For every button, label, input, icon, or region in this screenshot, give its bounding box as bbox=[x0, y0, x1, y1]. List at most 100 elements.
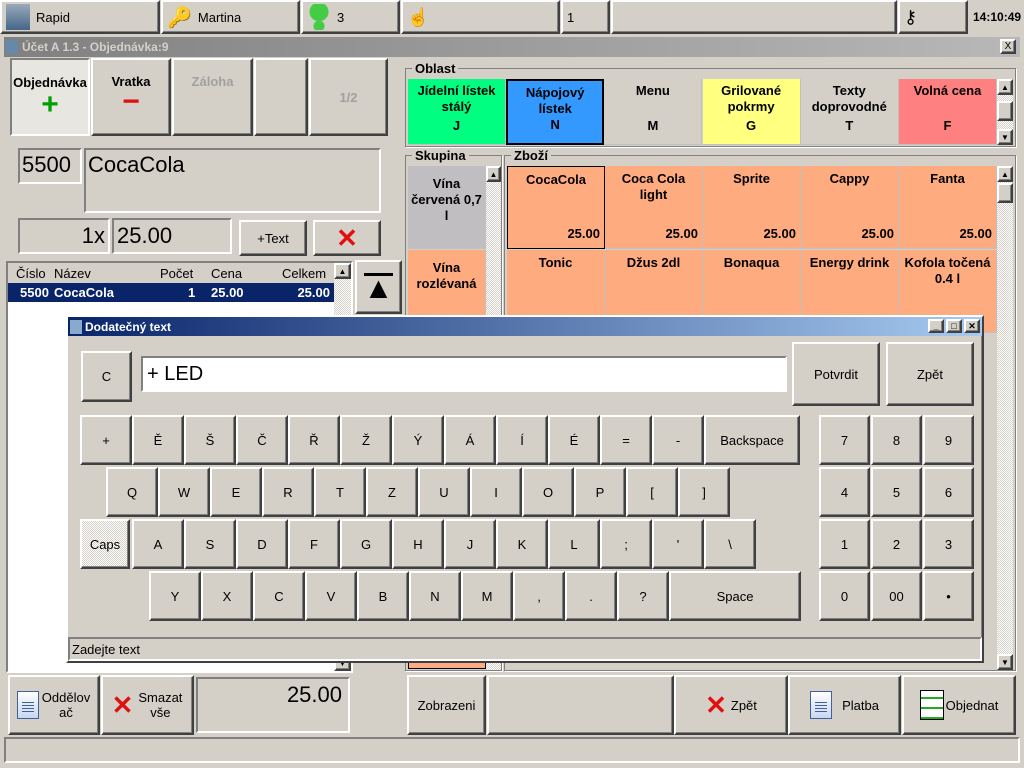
display-button[interactable]: Zobrazeni bbox=[407, 675, 486, 735]
scroll-up-icon[interactable]: ▲ bbox=[486, 166, 501, 182]
move-top-button[interactable]: ▲ bbox=[355, 260, 402, 314]
area-scrollbar[interactable]: ▲ ▼ bbox=[997, 79, 1013, 145]
key-char[interactable]: É bbox=[548, 415, 600, 465]
area-tile[interactable]: Nápojový lístek N bbox=[506, 79, 605, 145]
order-mode-button[interactable]: Objednávka + bbox=[10, 58, 90, 136]
key-char[interactable]: Í bbox=[496, 415, 548, 465]
key-char[interactable]: , bbox=[513, 571, 565, 621]
scroll-down-icon[interactable]: ▼ bbox=[997, 654, 1013, 670]
key-char[interactable]: ? bbox=[617, 571, 669, 621]
key-char[interactable]: F bbox=[288, 519, 340, 569]
maximize-button[interactable]: □ bbox=[946, 319, 962, 333]
text-input[interactable] bbox=[141, 356, 787, 392]
key-char[interactable]: + bbox=[80, 415, 132, 465]
dialog-back-button[interactable]: Zpět bbox=[886, 342, 974, 406]
key-char[interactable]: Č bbox=[236, 415, 288, 465]
key-char[interactable]: . bbox=[565, 571, 617, 621]
taskbar-app[interactable]: Rapid bbox=[0, 0, 160, 34]
close-button[interactable]: ✕ bbox=[964, 319, 980, 333]
close-button[interactable]: X bbox=[1000, 39, 1016, 54]
key-char[interactable]: Š bbox=[184, 415, 236, 465]
key-char[interactable]: A bbox=[132, 519, 184, 569]
key-char[interactable]: C bbox=[253, 571, 305, 621]
key-char[interactable]: I bbox=[470, 467, 522, 517]
goods-tile[interactable]: Coca Cola light 25.00 bbox=[605, 166, 703, 249]
key-char[interactable]: X bbox=[201, 571, 253, 621]
key-char[interactable]: ' bbox=[652, 519, 704, 569]
key-char[interactable]: B bbox=[357, 571, 409, 621]
area-tile[interactable]: Texty doprovodné T bbox=[800, 79, 899, 145]
order-row[interactable]: 5500 CocaCola 1 25.00 25.00 bbox=[8, 283, 334, 302]
key-char[interactable]: Ř bbox=[288, 415, 340, 465]
area-tile[interactable]: Volná cena F bbox=[899, 79, 997, 145]
numpad-key[interactable]: 7 bbox=[819, 415, 870, 465]
area-tile[interactable]: Menu M bbox=[604, 79, 703, 145]
numpad-key[interactable]: • bbox=[923, 571, 974, 621]
key-char[interactable]: M bbox=[461, 571, 513, 621]
taskbar-tables[interactable]: 3 bbox=[301, 0, 400, 34]
goods-tile[interactable]: CocaCola 25.00 bbox=[507, 166, 605, 249]
key-char[interactable]: E bbox=[210, 467, 262, 517]
key-char[interactable]: V bbox=[305, 571, 357, 621]
numpad-key[interactable]: 8 bbox=[871, 415, 922, 465]
scroll-down-icon[interactable]: ▼ bbox=[997, 129, 1013, 145]
clear-input-button[interactable]: C bbox=[81, 351, 132, 402]
key-char[interactable]: [ bbox=[626, 467, 678, 517]
key-char[interactable]: W bbox=[158, 467, 210, 517]
goods-tile[interactable]: Sprite 25.00 bbox=[703, 166, 801, 249]
key-char[interactable]: Ý bbox=[392, 415, 444, 465]
numpad-key[interactable]: 5 bbox=[871, 467, 922, 517]
add-text-button[interactable]: +Text bbox=[239, 220, 307, 256]
taskbar-keys[interactable]: ⚷ bbox=[898, 0, 968, 34]
numpad-key[interactable]: 00 bbox=[871, 571, 922, 621]
key-char[interactable]: - bbox=[652, 415, 704, 465]
key-char[interactable]: ; bbox=[600, 519, 652, 569]
key-backspace[interactable]: Backspace bbox=[704, 415, 800, 465]
confirm-button[interactable]: Potvrdit bbox=[792, 342, 880, 406]
area-tile[interactable]: Jídelní lístek stálý J bbox=[408, 79, 506, 145]
key-char[interactable]: Ž bbox=[340, 415, 392, 465]
return-mode-button[interactable]: Vratka − bbox=[91, 58, 171, 136]
scroll-thumb[interactable] bbox=[997, 183, 1013, 203]
key-char[interactable]: ] bbox=[678, 467, 730, 517]
key-char[interactable]: N bbox=[409, 571, 461, 621]
numpad-key[interactable]: 1 bbox=[819, 519, 870, 569]
key-char[interactable]: U bbox=[418, 467, 470, 517]
key-char[interactable]: = bbox=[600, 415, 652, 465]
group-tile[interactable]: Vína červená 0,7 l bbox=[408, 166, 486, 249]
numpad-key[interactable]: 2 bbox=[871, 519, 922, 569]
key-char[interactable]: J bbox=[444, 519, 496, 569]
key-char[interactable]: Q bbox=[106, 467, 158, 517]
key-char[interactable]: Á bbox=[444, 415, 496, 465]
numpad-key[interactable]: 4 bbox=[819, 467, 870, 517]
goods-tile[interactable]: Fanta 25.00 bbox=[899, 166, 997, 249]
key-char[interactable]: O bbox=[522, 467, 574, 517]
scroll-up-icon[interactable]: ▲ bbox=[334, 263, 351, 279]
clear-all-button[interactable]: ✕ Smazat vše bbox=[101, 675, 194, 735]
scroll-up-icon[interactable]: ▲ bbox=[997, 79, 1013, 95]
key-char[interactable]: K bbox=[496, 519, 548, 569]
separator-button[interactable]: Oddělovač bbox=[8, 675, 100, 735]
numpad-key[interactable]: 6 bbox=[923, 467, 974, 517]
key-char[interactable]: R bbox=[262, 467, 314, 517]
delete-item-button[interactable]: ✕ bbox=[313, 220, 381, 256]
key-space[interactable]: Space bbox=[669, 571, 801, 621]
taskbar-user[interactable]: 🔑 Martina bbox=[161, 0, 300, 34]
goods-tile[interactable]: Cappy 25.00 bbox=[801, 166, 899, 249]
submit-order-button[interactable]: Objednat bbox=[902, 675, 1016, 735]
numpad-key[interactable]: 3 bbox=[923, 519, 974, 569]
key-char[interactable]: Z bbox=[366, 467, 418, 517]
key-char[interactable]: P bbox=[574, 467, 626, 517]
payment-button[interactable]: Platba bbox=[788, 675, 901, 735]
key-char[interactable]: L bbox=[548, 519, 600, 569]
area-tile[interactable]: Grilované pokrmy G bbox=[702, 79, 801, 145]
back-button[interactable]: ✕ Zpět bbox=[674, 675, 788, 735]
minimize-button[interactable]: _ bbox=[928, 319, 944, 333]
key-char[interactable]: H bbox=[392, 519, 444, 569]
scroll-up-icon[interactable]: ▲ bbox=[997, 166, 1013, 182]
deposit-mode-button[interactable]: Záloha bbox=[172, 58, 253, 136]
scroll-thumb[interactable] bbox=[997, 101, 1013, 121]
key-char[interactable]: T bbox=[314, 467, 366, 517]
goods-scrollbar[interactable]: ▲ ▼ bbox=[997, 166, 1013, 670]
key-char[interactable]: \ bbox=[704, 519, 756, 569]
